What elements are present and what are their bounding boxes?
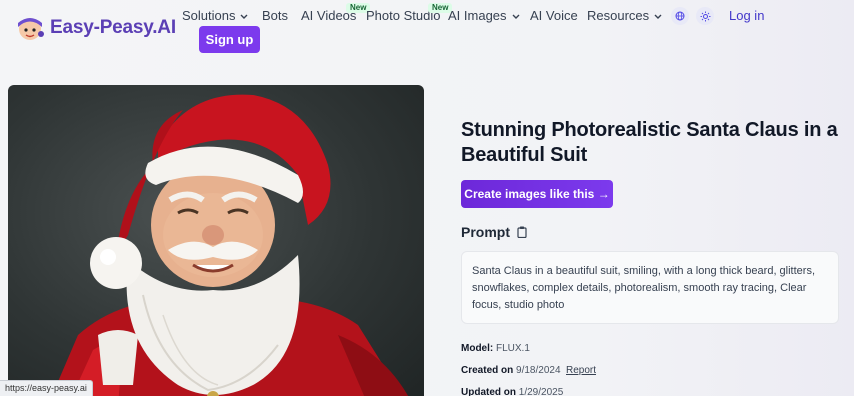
nav-photo-studio[interactable]: New Photo Studio: [366, 3, 453, 23]
status-bar-url: https://easy-peasy.ai: [0, 380, 93, 396]
login-link[interactable]: Log in: [729, 8, 764, 23]
created-label: Created on: [461, 365, 514, 376]
chevron-down-icon: [654, 14, 662, 19]
santa-claus-photo: [51, 94, 409, 396]
chevron-down-icon: [240, 14, 248, 19]
logo[interactable]: Easy-Peasy.AI: [14, 14, 176, 42]
create-images-button[interactable]: Create images like this →: [461, 180, 613, 208]
nav-label: Resources: [587, 8, 650, 23]
nav-label: AI Voice: [530, 8, 578, 23]
nav-ai-voice[interactable]: AI Voice: [530, 8, 578, 23]
nav-bots[interactable]: Bots: [262, 8, 288, 23]
santa-claus-image[interactable]: [8, 85, 424, 396]
page-title: Stunning Photorealistic Santa Claus in a…: [461, 119, 838, 166]
prompt-heading: Prompt: [461, 224, 510, 240]
nav-ai-videos[interactable]: New AI Videos: [301, 3, 371, 23]
page: Easy-Peasy.AI Solutions Bots New AI Vide…: [0, 0, 854, 396]
nav-label: Solutions: [182, 8, 236, 23]
signup-button[interactable]: Sign up: [199, 26, 260, 53]
model-label: Model:: [461, 343, 494, 354]
created-info: Created on 9/18/2024: [461, 365, 561, 376]
language-button[interactable]: [671, 7, 689, 25]
nav-label: AI Images: [448, 8, 507, 23]
theme-toggle[interactable]: [696, 7, 714, 25]
model-value: FLUX.1: [496, 343, 530, 354]
globe-icon: [675, 11, 685, 21]
brand-mascot-icon: [18, 18, 44, 40]
nav-resources[interactable]: Resources: [587, 8, 662, 23]
updated-label: Updated on: [461, 387, 516, 396]
nav-label: Bots: [262, 8, 289, 23]
sun-icon: [700, 11, 710, 21]
brand-name: Easy-Peasy.AI: [50, 17, 176, 38]
nav-ai-images[interactable]: AI Images: [448, 8, 520, 23]
nav-solutions[interactable]: Solutions: [182, 8, 248, 23]
header: Easy-Peasy.AI Solutions Bots New AI Vide…: [0, 0, 854, 60]
chevron-down-icon: [512, 14, 520, 19]
updated-value: 1/29/2025: [518, 387, 564, 396]
model-info: Model: FLUX.1: [461, 343, 530, 354]
clipboard-icon[interactable]: [517, 226, 527, 238]
created-value: 9/18/2024: [516, 365, 561, 376]
updated-info: Updated on 1/29/2025: [461, 387, 563, 396]
prompt-text: Santa Claus in a beautiful suit, smiling…: [461, 251, 839, 324]
report-link[interactable]: Report: [566, 365, 596, 376]
